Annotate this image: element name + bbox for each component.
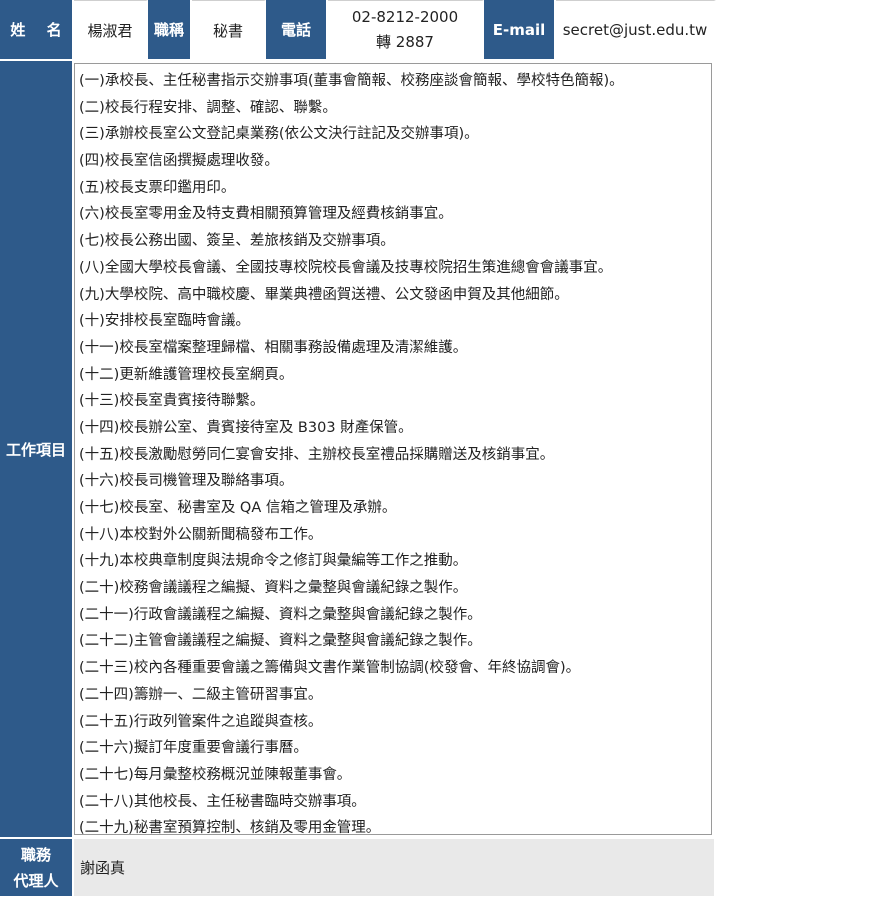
phone-extension: 轉 2887 [376, 33, 434, 51]
duty-item: (九)大學校院、高中職校慶、畢業典禮函賀送禮、公文發函申賀及其他細節。 [79, 286, 569, 303]
duty-item: (十四)校長辦公室、貴賓接待室及 B303 財產保管。 [79, 419, 413, 436]
duties-row: 工作項目 (一)承校長、主任秘書指示交辦事項(董事會簡報、校務座談會簡報、學校特… [0, 61, 716, 839]
agent-label: 職務 代理人 [0, 839, 74, 898]
duties-cell: (一)承校長、主任秘書指示交辦事項(董事會簡報、校務座談會簡報、學校特色簡報)。… [74, 61, 716, 839]
duty-item: (六)校長室零用金及特支費相關預算管理及經費核銷事宜。 [79, 206, 453, 223]
duty-item: (二十七)每月彙整校務概況並陳報董事會。 [79, 766, 352, 783]
duty-item: (十九)本校典章制度與法規命令之修訂與彙編等工作之推動。 [79, 553, 468, 570]
phone-label: 電話 [266, 0, 328, 61]
duty-item: (二十五)行政列管案件之追蹤與查核。 [79, 713, 323, 730]
duty-item: (十六)校長司機管理及聯絡事項。 [79, 473, 294, 490]
duty-item: (二十九)秘書室預算控制、核銷及零用金管理。 [79, 820, 381, 835]
duty-item: (八)全國大學校長會議、全國技專校院校長會議及技專校院招生策進總會會議事宜。 [79, 259, 613, 276]
staff-profile-table: 姓 名 楊淑君 職稱 秘書 電話 02-8212-2000 轉 2887 E-m… [0, 0, 716, 898]
duty-item: (二十六)擬訂年度重要會議行事曆。 [79, 740, 308, 757]
phone-value: 02-8212-2000 轉 2887 [328, 0, 484, 61]
duty-item: (十一)校長室檔案整理歸檔、相關事務設備處理及清潔維護。 [79, 339, 468, 356]
duties-list: (一)承校長、主任秘書指示交辦事項(董事會簡報、校務座談會簡報、學校特色簡報)。… [74, 63, 712, 835]
duty-item: (十二)更新維護管理校長室網頁。 [79, 366, 294, 383]
agent-value: 謝函真 [74, 839, 716, 898]
agent-label-line2: 代理人 [13, 871, 59, 890]
email-value: secret@just.edu.tw [556, 0, 716, 61]
title-value: 秘書 [192, 0, 266, 61]
duty-item: (五)校長支票印鑑用印。 [79, 179, 236, 196]
title-label: 職稱 [148, 0, 192, 61]
duty-item: (四)校長室信函撰擬處理收發。 [79, 153, 279, 170]
duty-item: (十五)校長激勵慰勞同仁宴會安排、主辦校長室禮品採購贈送及核銷事宜。 [79, 446, 555, 463]
duty-item: (一)承校長、主任秘書指示交辦事項(董事會簡報、校務座談會簡報、學校特色簡報)。 [79, 73, 624, 89]
agent-label-line1: 職務 [20, 845, 51, 864]
duty-item: (十)安排校長室臨時會議。 [79, 313, 250, 330]
agent-row: 職務 代理人 謝函真 [0, 839, 716, 898]
email-label: E-mail [484, 0, 556, 61]
duty-item: (十八)本校對外公關新聞稿發布工作。 [79, 526, 323, 543]
phone-number: 02-8212-2000 [351, 8, 459, 26]
duty-item: (二十三)校內各種重要會議之籌備與文書作業管制協調(校發會、年終協調會)。 [79, 660, 581, 677]
duties-label: 工作項目 [0, 61, 74, 839]
duty-item: (二十二)主管會議議程之編擬、資料之彙整與會議紀錄之製作。 [79, 633, 482, 650]
duty-item: (七)校長公務出國、簽呈、差旅核銷及交辦事項。 [79, 233, 395, 250]
duty-item: (二十四)籌辦一、二級主管研習事宜。 [79, 686, 323, 703]
name-label: 姓 名 [0, 0, 74, 61]
name-value: 楊淑君 [74, 0, 148, 61]
duty-item: (二十一)行政會議議程之編擬、資料之彙整與會議紀錄之製作。 [79, 606, 482, 623]
duty-item: (三)承辦校長室公文登記桌業務(依公文決行註記及交辦事項)。 [79, 126, 479, 143]
duty-item: (十三)校長室貴賓接待聯繫。 [79, 393, 265, 410]
duty-item: (十七)校長室、秘書室及 QA 信箱之管理及承辦。 [79, 500, 397, 516]
duty-item: (二十)校務會議議程之編擬、資料之彙整與會議紀錄之製作。 [79, 580, 468, 597]
duty-item: (二十八)其他校長、主任秘書臨時交辦事項。 [79, 793, 366, 810]
header-row: 姓 名 楊淑君 職稱 秘書 電話 02-8212-2000 轉 2887 E-m… [0, 0, 716, 61]
duty-item: (二)校長行程安排、調整、確認、聯繫。 [79, 99, 337, 116]
